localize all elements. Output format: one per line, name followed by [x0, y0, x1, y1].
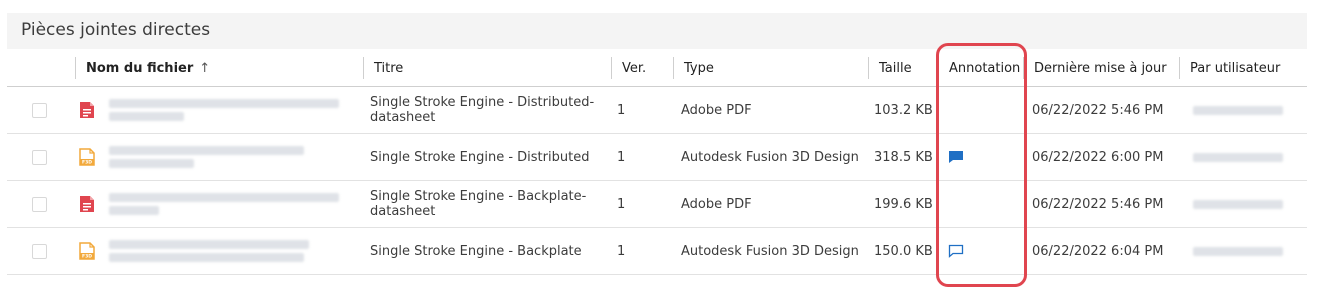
file-version: 1 [617, 196, 626, 212]
row-select-cell [29, 87, 49, 133]
column-header-annotation[interactable]: Annotation [938, 57, 1023, 79]
table-row[interactable]: F3D Single Stroke Engine - Distributed 1… [7, 134, 1307, 181]
file-version: 1 [617, 149, 626, 165]
column-header-type[interactable]: Type [673, 57, 868, 79]
row-select-cell [29, 181, 49, 227]
file-name-redacted [109, 146, 304, 168]
file-size: 318.5 KB [874, 149, 933, 165]
file-version: 1 [617, 243, 626, 259]
file-size: 199.6 KB [874, 196, 933, 212]
row-checkbox[interactable] [31, 243, 47, 259]
row-checkbox[interactable] [31, 149, 47, 165]
last-updated: 06/22/2022 5:46 PM [1032, 102, 1164, 118]
column-header-title[interactable]: Titre [363, 57, 611, 79]
file-version: 1 [617, 102, 626, 118]
annotation-cell [938, 228, 1023, 274]
file-name-cell[interactable] [75, 87, 363, 133]
file-title: Single Stroke Engine - Distributed [370, 149, 590, 165]
row-checkbox[interactable] [31, 102, 47, 118]
file-name-cell[interactable]: F3D [75, 228, 363, 274]
file-name-cell[interactable] [75, 181, 363, 227]
file-title: Single Stroke Engine - Backplate-datashe… [370, 189, 587, 219]
file-type: Adobe PDF [681, 102, 752, 118]
file-title: Single Stroke Engine - Backplate [370, 243, 582, 259]
column-header-user[interactable]: Par utilisateur [1179, 57, 1307, 79]
table-row[interactable]: Single Stroke Engine - Distributed-datas… [7, 87, 1307, 134]
column-header-ver[interactable]: Ver. [611, 57, 673, 79]
last-updated: 06/22/2022 6:04 PM [1032, 243, 1164, 259]
column-header-size[interactable]: Taille [868, 57, 938, 79]
file-type: Autodesk Fusion 3D Design [681, 243, 859, 259]
row-select-cell [29, 228, 49, 274]
row-select-cell [29, 134, 49, 180]
pdf-file-icon [80, 102, 94, 118]
user-redacted [1179, 228, 1307, 274]
last-updated: 06/22/2022 5:46 PM [1032, 196, 1164, 212]
table-header: Nom du fichier ↑ Titre Ver. Type Taille … [7, 50, 1307, 87]
table-row[interactable]: Single Stroke Engine - Backplate-datashe… [7, 181, 1307, 228]
file-title: Single Stroke Engine - Distributed-datas… [370, 95, 595, 125]
filled-comment-icon[interactable] [948, 150, 964, 164]
sort-ascending-icon: ↑ [199, 60, 211, 76]
f3d-file-icon: F3D [79, 148, 95, 166]
file-type: Autodesk Fusion 3D Design [681, 149, 859, 165]
annotation-cell [938, 87, 1023, 133]
file-size: 103.2 KB [874, 102, 933, 118]
last-updated: 06/22/2022 6:00 PM [1032, 149, 1164, 165]
column-header-name[interactable]: Nom du fichier ↑ [75, 57, 363, 79]
user-redacted [1179, 181, 1307, 227]
file-name-redacted [109, 240, 309, 262]
pdf-file-icon [80, 196, 94, 212]
column-header-name-label: Nom du fichier [86, 60, 194, 76]
f3d-file-icon: F3D [79, 242, 95, 260]
svg-text:F3D: F3D [82, 160, 92, 166]
user-redacted [1179, 134, 1307, 180]
column-header-date[interactable]: Dernière mise à jour [1023, 57, 1179, 79]
table-row[interactable]: F3D Single Stroke Engine - Backplate 1 A… [7, 228, 1307, 275]
file-size: 150.0 KB [874, 243, 933, 259]
row-checkbox[interactable] [31, 196, 47, 212]
user-redacted [1179, 87, 1307, 133]
annotation-cell [938, 134, 1023, 180]
outline-comment-icon[interactable] [948, 244, 964, 258]
file-type: Adobe PDF [681, 196, 752, 212]
panel-title: Pièces jointes directes [7, 13, 1307, 49]
attachments-table: Nom du fichier ↑ Titre Ver. Type Taille … [7, 50, 1307, 275]
file-name-redacted [109, 193, 339, 215]
file-name-redacted [109, 99, 339, 121]
svg-text:F3D: F3D [82, 254, 92, 260]
file-name-cell[interactable]: F3D [75, 134, 363, 180]
annotation-cell [938, 181, 1023, 227]
